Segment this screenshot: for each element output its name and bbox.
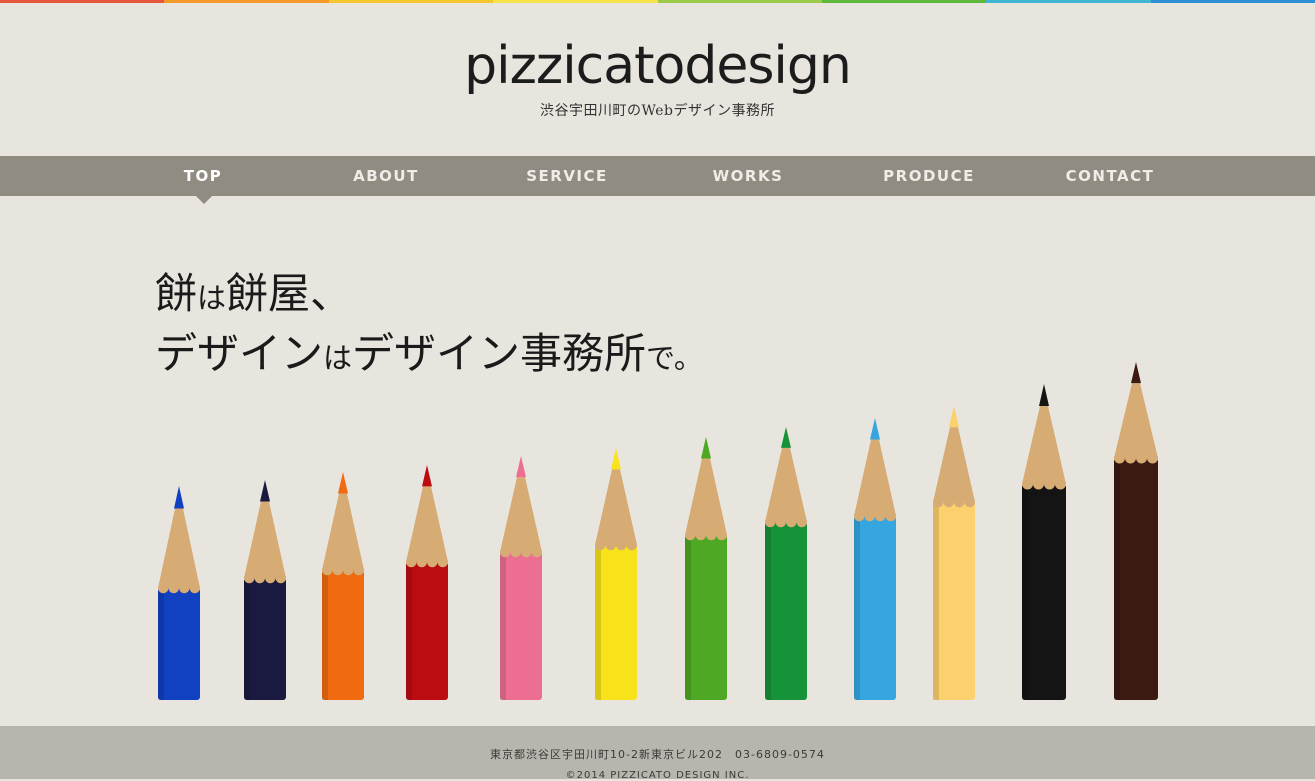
colored-pencils-illustration: [158, 362, 1158, 700]
pencil: [158, 486, 200, 700]
pencil: [933, 406, 975, 700]
pencil: [1022, 384, 1066, 700]
pencil: [406, 465, 448, 700]
pencil: [322, 472, 364, 700]
pencil: [765, 427, 807, 700]
pencil: [500, 456, 542, 700]
pencil: [595, 448, 637, 700]
pencil: [1114, 362, 1158, 700]
pencil: [854, 418, 896, 700]
pencil: [244, 480, 286, 700]
footer-address: 東京都渋谷区宇田川町10-2新東京ビル202 03-6809-0574: [490, 748, 825, 761]
footer-copyright: ©2014 PIZZICATO DESIGN INC.: [565, 770, 750, 781]
footer: 東京都渋谷区宇田川町10-2新東京ビル202 03-6809-0574 ©201…: [0, 726, 1315, 781]
pencil: [685, 437, 727, 700]
